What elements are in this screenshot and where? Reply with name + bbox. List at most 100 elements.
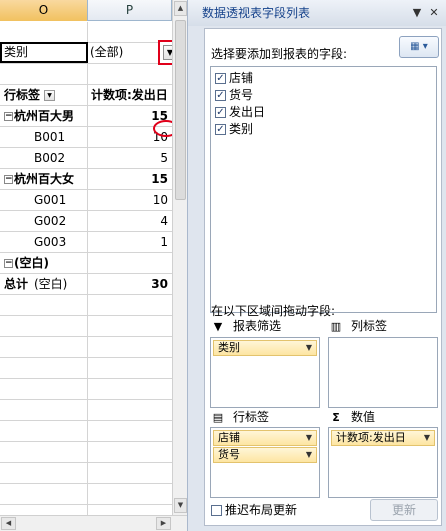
cell[interactable] — [0, 358, 88, 379]
value-cell[interactable]: 10 — [88, 190, 172, 211]
collapse-icon[interactable]: − — [4, 175, 13, 184]
field-item[interactable]: ✓ 发出日 — [215, 104, 265, 120]
sheet-row — [0, 358, 172, 379]
pivot-field-list-pane: 数据透视表字段列表 ▼ ✕ 选择要添加到报表的字段: ▦ ▾ ✓ 店铺 ✓ 货号 ✓ 发出… — [187, 0, 446, 531]
values-area-title: Σ 数值 — [329, 409, 375, 425]
pane-title-bar: 数据透视表字段列表 ▼ ✕ — [188, 0, 446, 26]
cell[interactable] — [0, 421, 88, 442]
chevron-down-icon[interactable]: ▼ — [424, 431, 430, 445]
pane-options-icon[interactable]: ▼ — [409, 0, 425, 26]
cell[interactable] — [0, 295, 88, 316]
values-area[interactable]: 计数项:发出日 ▼ — [328, 427, 438, 498]
sigma-icon: Σ — [332, 410, 340, 424]
cell[interactable] — [0, 400, 88, 421]
sheet-row — [0, 295, 172, 316]
field-chip-label: 货号 — [218, 448, 240, 461]
sheet-row — [0, 316, 172, 337]
scroll-up-button[interactable]: ▲ — [174, 1, 187, 16]
cell[interactable] — [0, 463, 88, 484]
update-button[interactable]: 更新 — [370, 499, 438, 521]
scroll-thumb[interactable] — [175, 20, 186, 200]
grand-total-label[interactable]: 总计 — [0, 274, 88, 295]
close-icon[interactable]: ✕ — [426, 0, 442, 26]
row-label-text: B001 — [34, 130, 66, 144]
value-cell[interactable] — [88, 253, 172, 274]
vertical-scrollbar[interactable]: ▲ ▼ — [172, 0, 187, 515]
row-label-text: G001 — [34, 193, 67, 207]
worksheet: O P 行标签 ▼ 计数项:发出日 −杭州百大男 15 B001 10 B002 5 −杭州百… — [0, 0, 187, 531]
chevron-down-icon[interactable]: ▼ — [306, 431, 312, 445]
cell[interactable] — [0, 22, 88, 43]
field-chip[interactable]: 店铺 ▼ — [213, 430, 317, 446]
pivot-item-row: G002 4 — [0, 211, 172, 232]
cell[interactable] — [0, 379, 88, 400]
chevron-down-icon[interactable]: ▼ — [306, 341, 312, 355]
sheet-row — [0, 400, 172, 421]
field-chip[interactable]: 货号 ▼ — [213, 447, 317, 463]
field-label: 类别 — [229, 122, 254, 136]
row-label-text: G003 — [34, 235, 67, 249]
sheet-row — [0, 463, 172, 484]
column-header-o[interactable]: O — [0, 0, 88, 21]
scroll-left-button[interactable]: ◀ — [1, 517, 16, 530]
rows-icon: ▤ — [212, 410, 224, 424]
field-checkbox[interactable]: ✓ — [215, 107, 226, 118]
column-headers: O P — [0, 0, 172, 21]
field-chip[interactable]: 类别 ▼ — [213, 340, 317, 356]
row-label-cell[interactable]: −杭州百大男 — [0, 106, 88, 127]
field-chip-label: 类别 — [218, 341, 240, 354]
report-filter-area[interactable]: 类别 ▼ — [210, 337, 320, 408]
column-header-p[interactable]: P — [88, 0, 172, 21]
row-label-cell[interactable]: −杭州百大女 — [0, 169, 88, 190]
row-labels-filter-button[interactable]: ▼ — [44, 90, 56, 101]
pane-title: 数据透视表字段列表 — [202, 6, 311, 20]
row-label-cell[interactable]: G003 — [0, 232, 88, 253]
layout-options-button[interactable]: ▦ ▾ — [399, 36, 439, 58]
field-chip[interactable]: 计数项:发出日 ▼ — [331, 430, 435, 446]
cell[interactable] — [0, 484, 88, 505]
pivot-item-row: G001 10 — [0, 190, 172, 211]
sheet-row — [0, 379, 172, 400]
field-label: 货号 — [229, 88, 254, 102]
field-checkbox[interactable]: ✓ — [215, 90, 226, 101]
cell[interactable] — [0, 442, 88, 463]
field-label: 发出日 — [229, 105, 266, 119]
scroll-down-button[interactable]: ▼ — [174, 498, 187, 513]
field-checkbox[interactable]: ✓ — [215, 124, 226, 135]
value-cell[interactable]: 4 — [88, 211, 172, 232]
column-labels-area[interactable] — [328, 337, 438, 408]
values-header[interactable]: 计数项:发出日 — [88, 85, 172, 106]
row-label-cell[interactable]: B002 — [0, 148, 88, 169]
horizontal-scrollbar[interactable]: ◀ ▶ — [0, 515, 187, 531]
value-cell[interactable]: 5 — [88, 148, 172, 169]
chevron-down-icon[interactable]: ▼ — [306, 448, 312, 462]
grand-total-value[interactable]: 30 — [88, 274, 172, 295]
value-cell[interactable]: 15 — [88, 169, 172, 190]
row-label-cell[interactable]: B001 — [0, 127, 88, 148]
report-filter-label[interactable]: 类别 — [0, 42, 88, 63]
defer-layout-update[interactable]: ✓推迟布局更新 — [211, 502, 297, 518]
row-label-cell[interactable]: G002 — [0, 211, 88, 232]
defer-checkbox[interactable]: ✓ — [211, 505, 222, 516]
row-label-cell[interactable]: G001 — [0, 190, 88, 211]
value-cell[interactable]: 1 — [88, 232, 172, 253]
cell[interactable] — [0, 64, 88, 85]
report-filter-value[interactable]: (全部) — [88, 42, 156, 63]
row-label-cell[interactable]: −(空白) — [0, 253, 88, 274]
collapse-icon[interactable]: − — [4, 259, 13, 268]
field-item[interactable]: ✓ 货号 — [215, 87, 253, 103]
row-labels-area[interactable]: 店铺 ▼ 货号 ▼ — [210, 427, 320, 498]
field-checkbox[interactable]: ✓ — [215, 73, 226, 84]
field-item[interactable]: ✓ 类别 — [215, 121, 253, 137]
values-area-label: 数值 — [351, 410, 376, 424]
field-label: 店铺 — [229, 71, 254, 85]
field-item[interactable]: ✓ 店铺 — [215, 70, 253, 86]
cell[interactable] — [0, 337, 88, 358]
collapse-icon[interactable]: − — [4, 112, 13, 121]
row-label-text: B002 — [34, 151, 66, 165]
pivot-header-row: 行标签 ▼ 计数项:发出日 — [0, 85, 172, 106]
sheet-row — [0, 484, 172, 505]
row-labels-header[interactable]: 行标签 ▼ — [0, 85, 88, 106]
scroll-right-button[interactable]: ▶ — [156, 517, 171, 530]
cell[interactable] — [0, 316, 88, 337]
